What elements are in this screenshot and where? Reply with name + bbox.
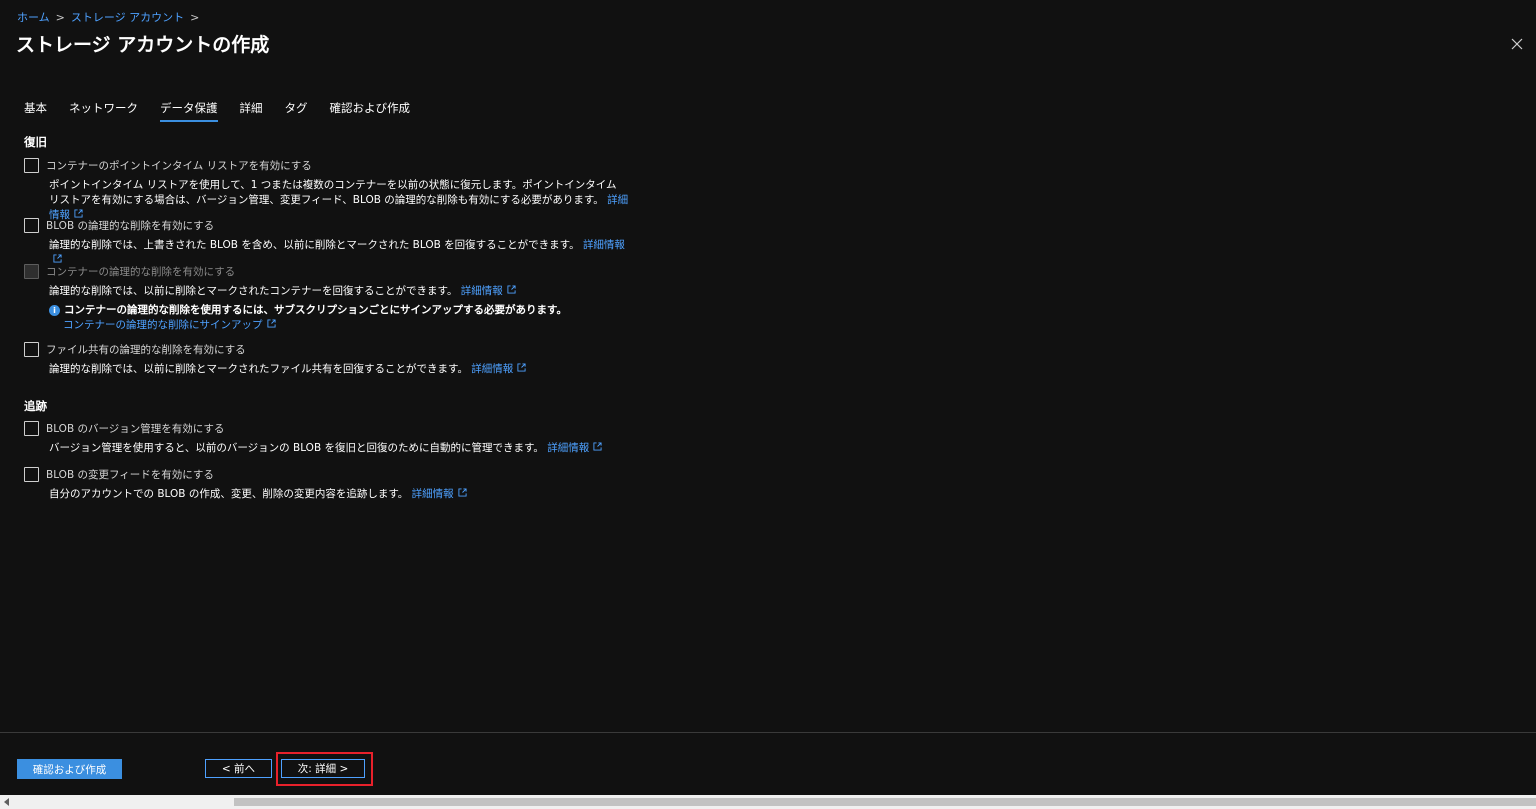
container-soft-delete-learn-more-link[interactable]: 詳細情報 <box>461 285 516 297</box>
tab-basics[interactable]: 基本 <box>24 100 47 122</box>
versioning-description-text: バージョン管理を使用すると、以前のバージョンの BLOB を復旧と回復のために自… <box>49 442 544 454</box>
breadcrumb-storage-accounts[interactable]: ストレージ アカウント <box>71 9 184 25</box>
change-feed-checkbox[interactable] <box>24 466 39 482</box>
container-soft-delete-signup-link[interactable]: コンテナーの論理的な削除にサインアップ <box>63 319 276 331</box>
change-feed-label: BLOB の変更フィードを有効にする <box>46 468 214 481</box>
close-icon <box>1511 38 1523 50</box>
section-title-tracking: 追跡 <box>24 399 47 413</box>
breadcrumb-separator: > <box>190 10 200 24</box>
container-soft-delete-description: 論理的な削除では、以前に削除とマークされたコンテナーを回復することができます。 … <box>49 284 629 299</box>
tab-tags[interactable]: タグ <box>285 100 308 122</box>
arrow-left-icon <box>4 798 9 806</box>
file-share-soft-delete-description-text: 論理的な削除では、以前に削除とマークされたファイル共有を回復することができます。 <box>49 363 468 375</box>
scrollbar-thumb[interactable] <box>234 798 1536 806</box>
breadcrumb-home[interactable]: ホーム <box>17 9 50 25</box>
info-icon: i <box>49 305 60 316</box>
external-link-icon <box>593 442 602 451</box>
tab-advanced[interactable]: 詳細 <box>240 100 263 122</box>
file-share-soft-delete-label: ファイル共有の論理的な削除を有効にする <box>46 343 246 356</box>
external-link-icon <box>507 285 516 294</box>
container-soft-delete-info-text: コンテナーの論理的な削除を使用するには、サブスクリプションごとにサインアップする… <box>64 304 567 316</box>
option-versioning: BLOB のバージョン管理を有効にする バージョン管理を使用すると、以前のバージ… <box>24 420 644 456</box>
option-container-soft-delete: コンテナーの論理的な削除を有効にする 論理的な削除では、以前に削除とマークされた… <box>24 263 644 333</box>
versioning-description: バージョン管理を使用すると、以前のバージョンの BLOB を復旧と回復のために自… <box>49 441 629 456</box>
tab-networking[interactable]: ネットワーク <box>69 100 138 122</box>
container-soft-delete-label: コンテナーの論理的な削除を有効にする <box>46 265 236 278</box>
next-advanced-button[interactable]: 次: 詳細 > <box>281 759 365 778</box>
breadcrumb: ホーム > ストレージ アカウント > <box>17 9 205 25</box>
file-share-soft-delete-description: 論理的な削除では、以前に削除とマークされたファイル共有を回復することができます。… <box>49 362 629 377</box>
tab-bar: 基本 ネットワーク データ保護 詳細 タグ 確認および作成 <box>24 100 432 122</box>
blob-soft-delete-description-text: 論理的な削除では、上書きされた BLOB を含め、以前に削除とマークされた BL… <box>49 239 580 251</box>
versioning-checkbox[interactable] <box>24 420 39 436</box>
file-share-soft-delete-learn-more-link[interactable]: 詳細情報 <box>471 363 526 375</box>
pitr-label: コンテナーのポイントインタイム リストアを有効にする <box>46 159 312 172</box>
previous-button[interactable]: < 前へ <box>205 759 272 778</box>
option-pitr: コンテナーのポイントインタイム リストアを有効にする ポイントインタイム リスト… <box>24 157 644 223</box>
option-file-share-soft-delete: ファイル共有の論理的な削除を有効にする 論理的な削除では、以前に削除とマークされ… <box>24 341 644 377</box>
tab-review-create[interactable]: 確認および作成 <box>330 100 411 122</box>
external-link-icon <box>53 254 62 263</box>
change-feed-description: 自分のアカウントでの BLOB の作成、変更、削除の変更内容を追跡します。 詳細… <box>49 487 629 502</box>
container-soft-delete-checkbox <box>24 263 39 279</box>
external-link-icon <box>458 488 467 497</box>
breadcrumb-separator: > <box>55 10 65 24</box>
storage-account-create-page: ホーム > ストレージ アカウント > ストレージ アカウントの作成 基本 ネッ… <box>0 0 1536 809</box>
footer-bar: 確認および作成 < 前へ 次: 詳細 > <box>0 732 1536 794</box>
blob-soft-delete-checkbox[interactable] <box>24 217 39 233</box>
page-title: ストレージ アカウントの作成 <box>16 34 270 56</box>
pitr-description-text: ポイントインタイム リストアを使用して、1 つまたは複数のコンテナーを以前の状態… <box>49 179 617 206</box>
change-feed-description-text: 自分のアカウントでの BLOB の作成、変更、削除の変更内容を追跡します。 <box>49 488 409 500</box>
change-feed-learn-more-link[interactable]: 詳細情報 <box>412 488 467 500</box>
tab-data-protection[interactable]: データ保護 <box>160 100 218 122</box>
option-change-feed: BLOB の変更フィードを有効にする 自分のアカウントでの BLOB の作成、変… <box>24 466 644 502</box>
option-blob-soft-delete: BLOB の論理的な削除を有効にする 論理的な削除では、上書きされた BLOB … <box>24 217 644 268</box>
container-soft-delete-info: i コンテナーの論理的な削除を使用するには、サブスクリプションごとにサインアップ… <box>49 303 644 333</box>
container-soft-delete-description-text: 論理的な削除では、以前に削除とマークされたコンテナーを回復することができます。 <box>49 285 458 297</box>
versioning-label: BLOB のバージョン管理を有効にする <box>46 422 225 435</box>
file-share-soft-delete-checkbox[interactable] <box>24 341 39 357</box>
horizontal-scrollbar[interactable] <box>0 795 1536 809</box>
scroll-left-button[interactable] <box>0 795 14 809</box>
pitr-checkbox[interactable] <box>24 157 39 173</box>
blob-soft-delete-label: BLOB の論理的な削除を有効にする <box>46 219 215 232</box>
close-button[interactable] <box>1506 33 1528 55</box>
external-link-icon <box>517 363 526 372</box>
section-title-recovery: 復旧 <box>24 135 47 149</box>
versioning-learn-more-link[interactable]: 詳細情報 <box>547 442 602 454</box>
external-link-icon <box>266 319 276 328</box>
review-create-button[interactable]: 確認および作成 <box>17 759 122 779</box>
